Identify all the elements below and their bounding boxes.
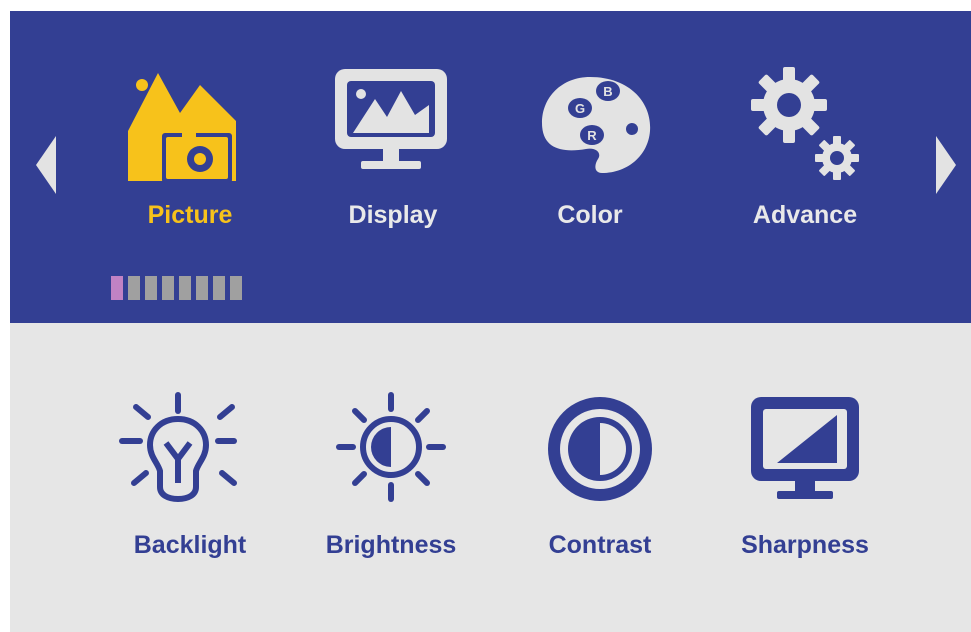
page-indicator-segment: [230, 276, 242, 300]
category-label: Picture: [147, 201, 233, 229]
sun-icon: [301, 383, 481, 513]
gears-icon: [715, 61, 895, 191]
submenu-label: Contrast: [548, 531, 652, 559]
category-label: Color: [557, 201, 623, 229]
page-indicator-segment: [213, 276, 225, 300]
submenu-backlight[interactable]: Backlight: [100, 383, 280, 573]
submenu-label: Backlight: [133, 531, 247, 559]
next-arrow-button[interactable]: [934, 134, 958, 201]
svg-text:B: B: [603, 84, 612, 99]
monitor-icon: [303, 61, 483, 191]
submenu-contrast[interactable]: Contrast: [510, 383, 690, 573]
submenu-label: Sharpness: [741, 531, 869, 559]
category-bar: Picture Display B G R Color Advance: [10, 11, 971, 323]
page-indicator-segment: [196, 276, 208, 300]
triangle-left-icon: [36, 136, 56, 194]
category-advance[interactable]: Advance: [715, 61, 895, 251]
sharpness-icon: [715, 383, 895, 513]
category-label: Display: [348, 201, 438, 229]
page-indicator-segment: [145, 276, 157, 300]
page-indicator: [111, 276, 242, 300]
category-label: Advance: [752, 201, 858, 229]
page-indicator-segment: [128, 276, 140, 300]
submenu-brightness[interactable]: Brightness: [301, 383, 481, 573]
contrast-icon: [510, 383, 690, 513]
palette-icon: B G R: [500, 61, 680, 191]
picture-icon: [100, 61, 280, 191]
page-indicator-segment: [162, 276, 174, 300]
svg-text:R: R: [587, 128, 597, 143]
previous-arrow-button[interactable]: [34, 134, 58, 201]
triangle-right-icon: [936, 136, 956, 194]
page-indicator-segment: [179, 276, 191, 300]
category-color[interactable]: B G R Color: [500, 61, 680, 251]
submenu-sharpness[interactable]: Sharpness: [715, 383, 895, 573]
lightbulb-icon: [100, 383, 280, 513]
page-indicator-current: [111, 276, 123, 300]
svg-text:G: G: [575, 101, 585, 116]
submenu-label: Brightness: [325, 531, 457, 559]
category-picture[interactable]: Picture: [100, 61, 280, 251]
category-display[interactable]: Display: [303, 61, 483, 251]
osd-menu: Picture Display B G R Color Advance Back…: [10, 11, 971, 632]
